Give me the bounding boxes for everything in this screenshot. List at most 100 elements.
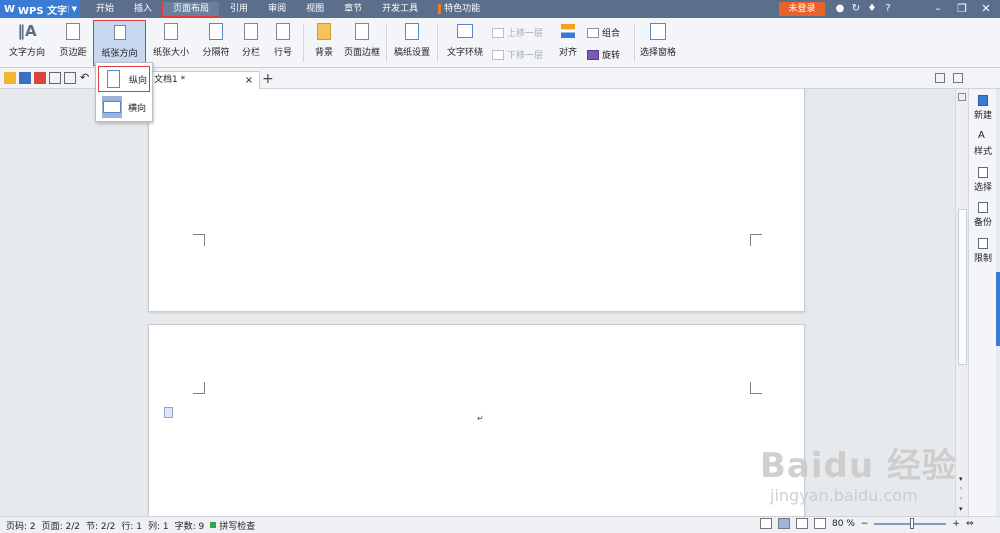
print-icon[interactable]: [49, 72, 61, 84]
selection-pane-button[interactable]: 选择窗格: [638, 20, 678, 66]
ruler-toggle-icon[interactable]: [958, 93, 966, 101]
bring-forward-button[interactable]: 上移一层: [492, 26, 543, 39]
zoom-level[interactable]: 80 %: [832, 519, 855, 529]
send-backward-button[interactable]: 下移一层: [492, 48, 543, 61]
group-button[interactable]: 组合: [587, 26, 620, 39]
panel-collapse-handle[interactable]: [996, 272, 1000, 346]
orientation-button[interactable]: 纸张方向: [93, 20, 146, 66]
outline-view-icon[interactable]: [796, 518, 808, 529]
paper-size-label: 纸张大小: [152, 48, 189, 58]
new-tab-icon[interactable]: +: [262, 71, 274, 87]
orientation-dropdown: 纵向 横向: [95, 62, 153, 122]
background-button[interactable]: 背景: [308, 20, 340, 66]
help-icon[interactable]: ?: [880, 1, 896, 17]
document-tab[interactable]: 文档1 * ×: [150, 71, 260, 89]
document-page-2[interactable]: ↵: [148, 324, 805, 516]
status-row: 行: 1: [121, 521, 143, 532]
text-wrap-button[interactable]: 文字环绕: [442, 20, 488, 66]
tab-special-label: 特色功能: [444, 4, 481, 14]
styles-icon: A: [978, 130, 985, 141]
zoom-slider-knob[interactable]: [910, 517, 915, 529]
tab-developer[interactable]: 开发工具: [372, 0, 428, 18]
minimize-icon[interactable]: –: [926, 0, 950, 18]
sync-icon[interactable]: ↻: [848, 1, 864, 17]
zoom-in-icon[interactable]: +: [952, 519, 960, 529]
background-icon: [314, 21, 334, 41]
scrollbar-thumb[interactable]: [958, 209, 967, 365]
line-numbers-button[interactable]: 行号: [268, 20, 298, 66]
accent-bar-icon: [438, 4, 442, 14]
task-backup-button[interactable]: 备份: [969, 202, 997, 228]
title-icons: ● ↻ ♦ ?: [832, 1, 896, 17]
tab-insert[interactable]: 插入: [124, 0, 162, 18]
task-restrict-button[interactable]: 限制: [969, 238, 997, 264]
login-button[interactable]: 未登录: [779, 2, 825, 16]
divider: [303, 24, 304, 62]
menu-bar: W WPS 文字 ▼ 开始 插入 页面布局 引用 审阅 视图 章节 开发工具 特…: [0, 0, 1000, 18]
landscape-icon: [102, 96, 122, 118]
focus-mode-icon[interactable]: [760, 518, 772, 529]
task-styles-button[interactable]: A 样式: [969, 130, 997, 158]
margins-label: 页边距: [59, 48, 87, 58]
tab-references[interactable]: 引用: [220, 0, 258, 18]
skin-icon[interactable]: ●: [832, 1, 848, 17]
task-select-label: 选择: [973, 183, 992, 193]
open-icon[interactable]: [4, 72, 16, 84]
page-border-button[interactable]: 页面边框: [342, 20, 382, 66]
line-numbers-label: 行号: [273, 48, 292, 58]
rotate-button[interactable]: 旋转: [587, 48, 620, 61]
text-direction-button[interactable]: ‖A 文字方向: [4, 20, 50, 66]
orientation-landscape-option[interactable]: 横向: [98, 94, 150, 120]
columns-label: 分栏: [241, 48, 260, 58]
restore-icon[interactable]: ❐: [950, 0, 974, 18]
margins-button[interactable]: 页边距: [54, 20, 92, 66]
zoom-out-icon[interactable]: −: [861, 519, 869, 529]
spell-check-toggle[interactable]: 拼写检查: [210, 519, 255, 532]
orientation-portrait-option[interactable]: 纵向: [98, 66, 150, 92]
grid-paper-button[interactable]: 稿纸设置: [391, 20, 433, 66]
web-view-icon[interactable]: [814, 518, 826, 529]
selection-pane-icon: [648, 21, 668, 41]
tab-list-icon[interactable]: [935, 73, 945, 83]
tab-chapter[interactable]: 章节: [334, 0, 372, 18]
spell-check-icon: [210, 522, 217, 528]
tab-view[interactable]: 视图: [296, 0, 334, 18]
paragraph-handle-icon[interactable]: [164, 407, 173, 418]
save-icon[interactable]: [19, 72, 31, 84]
page-border-label: 页面边框: [343, 48, 380, 58]
sidebar-toggle-icon[interactable]: [953, 73, 963, 83]
close-icon[interactable]: ✕: [974, 0, 998, 18]
task-new-button[interactable]: 新建: [969, 95, 997, 121]
breaks-icon: [206, 21, 226, 41]
fullscreen-icon[interactable]: ⇔: [966, 519, 974, 529]
print-preview-icon[interactable]: [64, 72, 76, 84]
page-view-icon[interactable]: [778, 518, 790, 529]
tab-special-features[interactable]: 特色功能: [428, 0, 490, 18]
zoom-slider[interactable]: [874, 517, 947, 529]
tab-review[interactable]: 审阅: [258, 0, 296, 18]
columns-button[interactable]: 分栏: [236, 20, 266, 66]
align-button[interactable]: 对齐: [553, 20, 583, 66]
document-page-1[interactable]: [148, 89, 805, 312]
undo-icon[interactable]: ↶: [80, 72, 92, 84]
export-pdf-icon[interactable]: [34, 72, 46, 84]
margin-corner-tl: [193, 382, 205, 394]
task-new-label: 新建: [973, 111, 992, 121]
portrait-icon: [103, 68, 123, 90]
shirt-icon[interactable]: ♦: [864, 1, 880, 17]
baidu-watermark: Baidu 经验 jingyan.baidu.com: [760, 428, 980, 518]
tab-page-layout[interactable]: 页面布局: [162, 1, 221, 17]
status-word-count[interactable]: 字数: 9: [175, 519, 205, 532]
columns-icon: [241, 21, 261, 41]
close-tab-icon[interactable]: ×: [245, 72, 253, 89]
breaks-label: 分隔符: [202, 48, 230, 58]
text-wrap-label: 文字环绕: [446, 48, 483, 58]
tab-home[interactable]: 开始: [86, 0, 124, 18]
select-icon: [978, 167, 988, 178]
paper-size-button[interactable]: 纸张大小: [147, 20, 195, 66]
document-tab-name: 文档1 *: [154, 75, 186, 85]
tab-bar-controls: [935, 73, 963, 83]
task-select-button[interactable]: 选择: [969, 167, 997, 193]
breaks-button[interactable]: 分隔符: [198, 20, 234, 66]
app-menu-button[interactable]: W WPS 文字 ▼: [0, 0, 80, 18]
